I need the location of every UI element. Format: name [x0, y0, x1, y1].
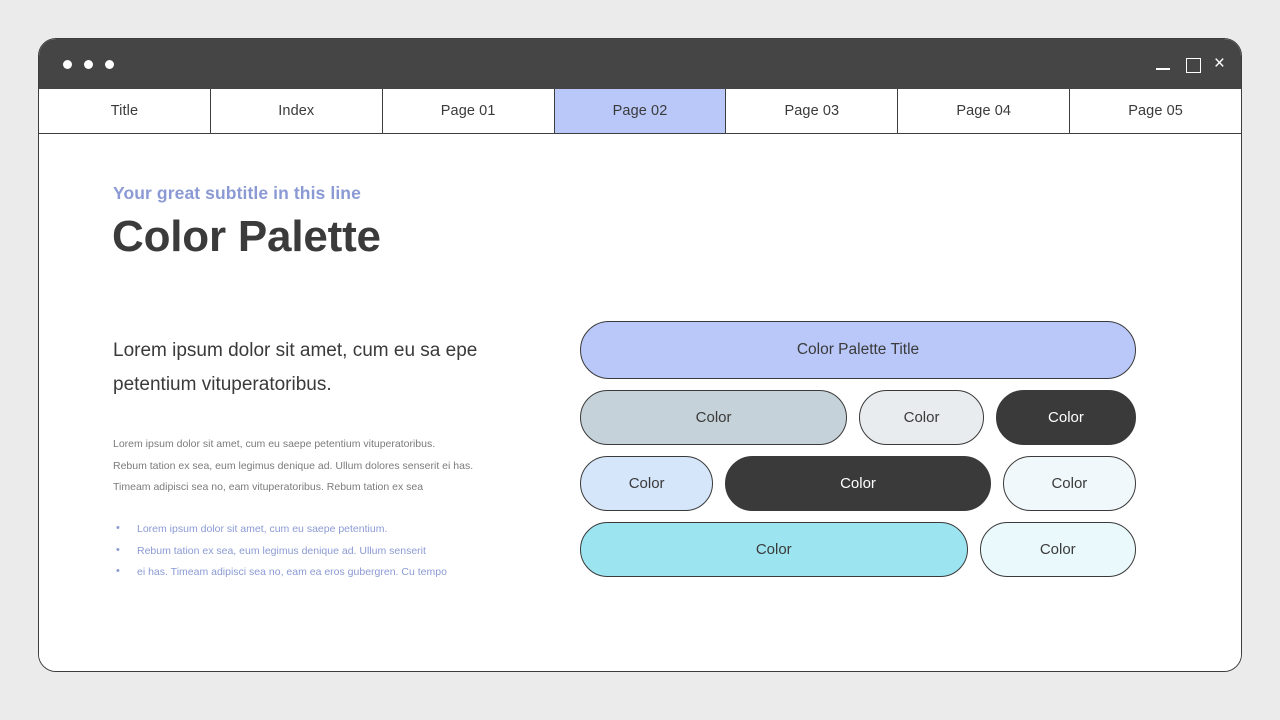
color-swatch[interactable]: Color — [725, 456, 991, 511]
window-dot-icon — [105, 60, 114, 69]
slide-canvas: Your great subtitle in this line Color P… — [39, 134, 1241, 671]
slide-bullet-list: Lorem ipsum dolor sit amet, cum eu saepe… — [113, 519, 513, 584]
slide-lead-paragraph: Lorem ipsum dolor sit amet, cum eu sa ep… — [113, 334, 513, 402]
list-item: Lorem ipsum dolor sit amet, cum eu saepe… — [113, 519, 513, 541]
slide-body-text: Lorem ipsum dolor sit amet, cum eu saepe… — [113, 434, 513, 499]
palette-row-title: Color Palette Title — [580, 321, 1136, 379]
body-line: Rebum tation ex sea, eum legimus denique… — [113, 456, 513, 478]
tab-strip: Title Index Page 01 Page 02 Page 03 Page… — [39, 89, 1241, 134]
color-swatch[interactable]: Color — [980, 522, 1136, 577]
color-palette: Color Palette Title Color Color Color Co… — [580, 321, 1136, 577]
color-swatch[interactable]: Color — [580, 456, 713, 511]
tab-page-02[interactable]: Page 02 — [555, 89, 727, 133]
color-swatch[interactable]: Color — [1003, 456, 1136, 511]
window-dot-icon — [84, 60, 93, 69]
window-dot-icon — [63, 60, 72, 69]
palette-row: Color Color — [580, 522, 1136, 577]
window-dots — [63, 60, 114, 69]
body-line: Lorem ipsum dolor sit amet, cum eu saepe… — [113, 434, 513, 456]
close-icon[interactable]: × — [1214, 54, 1225, 73]
tab-page-03[interactable]: Page 03 — [726, 89, 898, 133]
palette-row: Color Color Color — [580, 390, 1136, 445]
color-swatch[interactable]: Color — [859, 390, 984, 445]
window-titlebar: × — [39, 39, 1241, 89]
body-line: Timeam adipisci sea no, eam vituperatori… — [113, 477, 513, 499]
tab-page-01[interactable]: Page 01 — [383, 89, 555, 133]
minimize-icon[interactable] — [1156, 57, 1171, 72]
list-item: ei has. Timeam adipisci sea no, eam ea e… — [113, 562, 513, 584]
maximize-icon[interactable] — [1185, 57, 1200, 72]
tab-index[interactable]: Index — [211, 89, 383, 133]
tab-page-04[interactable]: Page 04 — [898, 89, 1070, 133]
page-title: Color Palette — [112, 212, 381, 262]
slide-subtitle: Your great subtitle in this line — [113, 183, 361, 204]
palette-title-chip[interactable]: Color Palette Title — [580, 321, 1136, 379]
palette-row: Color Color Color — [580, 456, 1136, 511]
tab-title[interactable]: Title — [39, 89, 211, 133]
color-swatch[interactable]: Color — [580, 390, 847, 445]
list-item: Rebum tation ex sea, eum legimus denique… — [113, 541, 513, 563]
window-controls: × — [1156, 56, 1225, 73]
color-swatch[interactable]: Color — [580, 522, 968, 577]
tab-page-05[interactable]: Page 05 — [1070, 89, 1241, 133]
color-swatch[interactable]: Color — [996, 390, 1136, 445]
presentation-window: × Title Index Page 01 Page 02 Page 03 Pa… — [38, 38, 1242, 672]
